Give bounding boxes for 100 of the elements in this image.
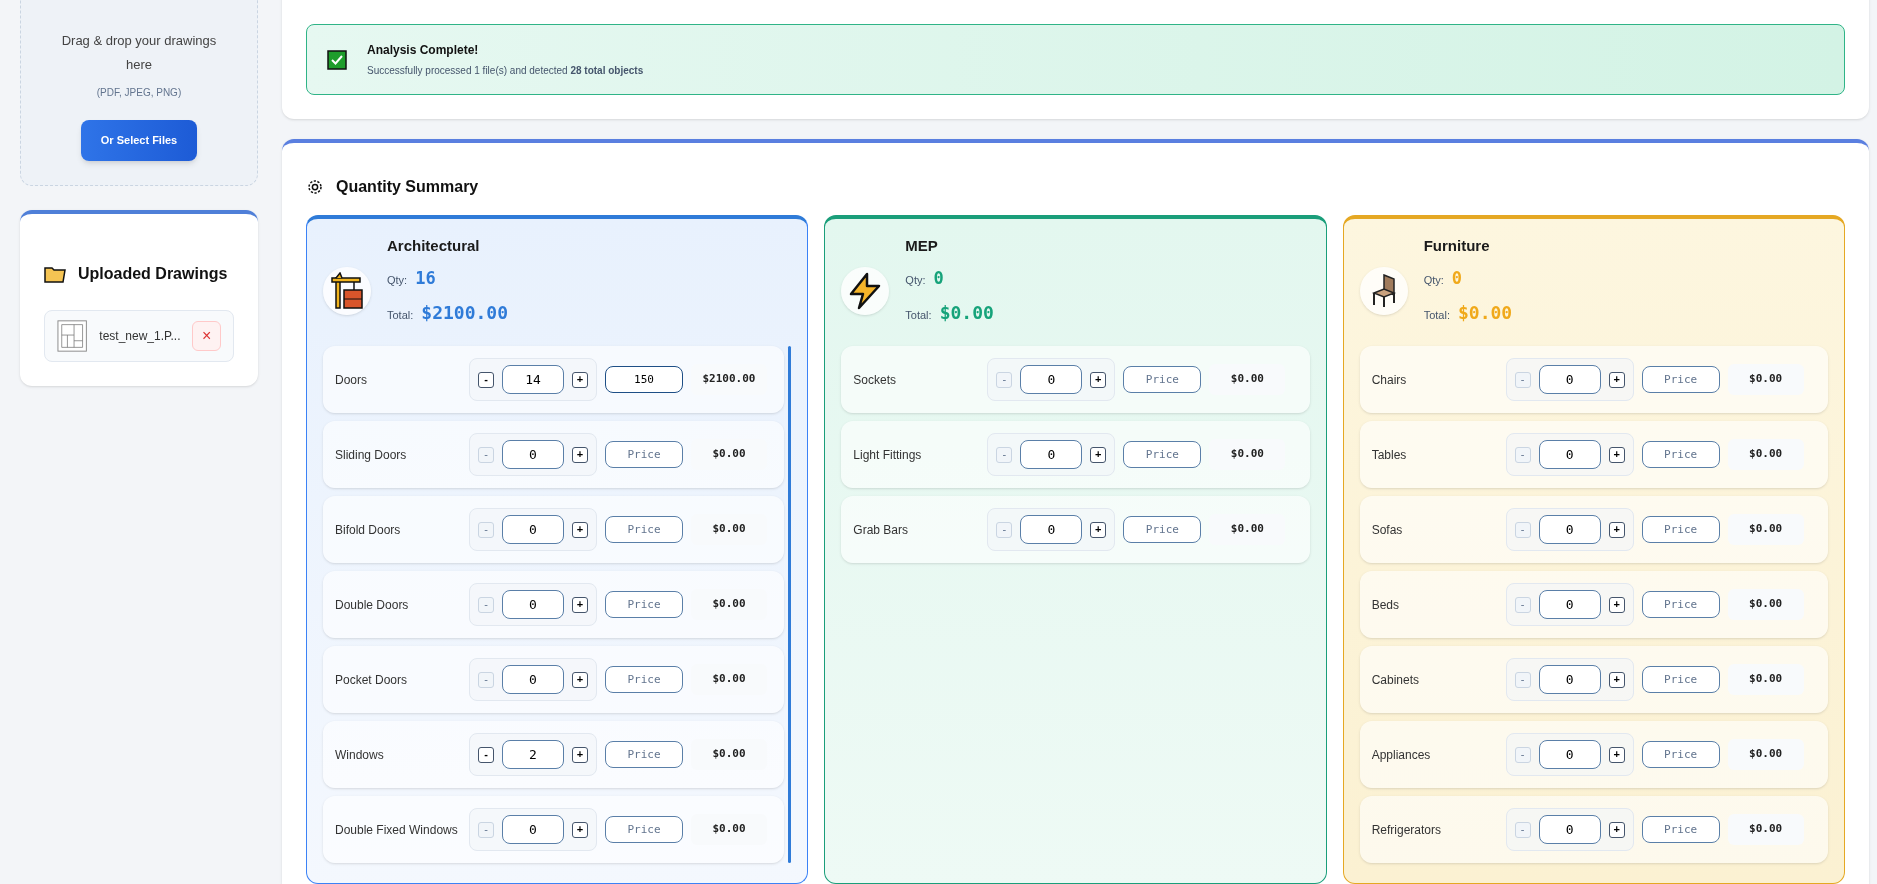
price-input[interactable]: Price <box>1641 366 1720 393</box>
price-input[interactable]: Price <box>605 591 683 618</box>
quantity-input[interactable]: 0 <box>1020 440 1083 469</box>
quantity-input[interactable]: 0 <box>1538 590 1601 619</box>
remove-file-button[interactable]: × <box>192 320 221 351</box>
price-input[interactable]: Price <box>1123 516 1202 543</box>
file-name: test_new_1.P... <box>99 327 181 345</box>
category-title: Furniture <box>1423 236 1491 256</box>
increment-button[interactable]: + <box>1090 446 1107 463</box>
category-title: Architectural <box>387 236 481 256</box>
price-input[interactable]: Price <box>1641 441 1720 468</box>
quantity-input[interactable]: 2 <box>502 740 564 769</box>
qty-label: Qty: <box>905 272 926 288</box>
analysis-title: Analysis Complete! <box>367 42 480 59</box>
price-input[interactable]: Price <box>1641 741 1720 768</box>
price-input[interactable]: Price <box>605 816 683 843</box>
increment-button[interactable]: + <box>572 746 588 763</box>
price-input[interactable]: Price <box>605 741 683 768</box>
quantity-input[interactable]: 0 <box>1538 665 1601 694</box>
item-total: $0.00 <box>1727 589 1804 620</box>
increment-button[interactable]: + <box>572 446 588 463</box>
item-name: Windows <box>335 746 385 764</box>
drop-prompt: Drag & drop your drawings here <box>60 32 218 74</box>
file-formats: (PDF, JPEG, PNG) <box>96 86 182 100</box>
increment-button[interactable]: + <box>1090 371 1107 388</box>
item-name: Tables <box>1371 446 1408 464</box>
quantity-input[interactable]: 0 <box>1020 515 1083 544</box>
price-input[interactable]: Price <box>1641 666 1720 693</box>
increment-button[interactable]: + <box>1608 821 1625 838</box>
select-files-button[interactable]: Or Select Files <box>80 120 198 161</box>
category-qty: 16 <box>415 266 436 290</box>
item-name: Appliances <box>1371 746 1432 764</box>
quantity-input[interactable]: 0 <box>502 440 564 469</box>
category-total: $2100.00 <box>421 301 508 325</box>
price-input[interactable]: Price <box>1123 441 1202 468</box>
decrement-button[interactable]: - <box>478 371 494 388</box>
price-input[interactable]: Price <box>1641 816 1720 843</box>
increment-button[interactable]: + <box>1608 746 1625 763</box>
increment-button[interactable]: + <box>1608 596 1625 613</box>
increment-button[interactable]: + <box>1608 371 1625 388</box>
item-total: $0.00 <box>1727 814 1804 845</box>
quantity-input[interactable]: 14 <box>502 365 564 394</box>
price-input[interactable]: Price <box>1641 516 1720 543</box>
quantity-input[interactable]: 0 <box>502 815 564 844</box>
increment-button[interactable]: + <box>572 371 588 388</box>
decrement-button[interactable]: - <box>478 746 494 763</box>
scrollbar[interactable] <box>788 346 792 863</box>
folder-icon <box>44 264 66 283</box>
item-name: Doors <box>335 371 368 389</box>
item-name: Bifold Doors <box>335 521 402 539</box>
price-input[interactable]: Price <box>605 441 683 468</box>
increment-button[interactable]: + <box>572 596 588 613</box>
increment-button[interactable]: + <box>572 521 588 538</box>
drop-zone[interactable]: Drag & drop your drawings here (PDF, JPEG, PNG) Or Select Files <box>20 0 258 186</box>
item-name: Light Fittings <box>853 446 923 464</box>
item-name: Double Fixed Windows <box>335 821 459 839</box>
quantity-input[interactable]: 0 <box>1538 365 1601 394</box>
quantity-input[interactable]: 0 <box>502 665 564 694</box>
item-total: $0.00 <box>1727 664 1804 695</box>
category-qty: 0 <box>933 266 944 290</box>
category-qty: 0 <box>1451 266 1463 290</box>
price-input[interactable]: Price <box>1641 591 1720 618</box>
section-title: Uploaded Drawings <box>78 263 228 284</box>
total-label: Total: <box>905 308 932 323</box>
increment-button[interactable]: + <box>1608 521 1625 538</box>
settings-icon <box>306 178 324 196</box>
increment-button[interactable]: + <box>572 821 588 838</box>
crane-icon <box>330 272 364 310</box>
item-name: Double Doors <box>335 596 410 614</box>
quantity-input[interactable]: 0 <box>1538 515 1601 544</box>
total-label: Total: <box>387 308 414 323</box>
increment-button[interactable]: + <box>1608 446 1625 463</box>
file-item[interactable]: test_new_1.P... × <box>44 309 234 362</box>
price-input[interactable]: 150 <box>605 366 683 393</box>
item-total: $0.00 <box>1727 439 1804 470</box>
item-name: Chairs <box>1371 371 1408 389</box>
item-name: Refrigerators <box>1371 821 1442 839</box>
increment-button[interactable]: + <box>1608 671 1625 688</box>
item-total: $0.00 <box>1727 739 1804 770</box>
price-input[interactable]: Price <box>1123 366 1202 393</box>
item-name: Sockets <box>853 371 897 389</box>
quantity-input[interactable]: 0 <box>502 590 564 619</box>
quantity-input[interactable]: 0 <box>1020 365 1083 394</box>
category-title: MEP <box>905 236 939 256</box>
price-input[interactable]: Price <box>605 666 683 693</box>
item-total: $0.00 <box>1727 514 1804 545</box>
analysis-message: Successfully processed 1 file(s) and detected 28 total objects <box>367 64 644 78</box>
item-name: Sofas <box>1371 521 1404 539</box>
quantity-input[interactable]: 0 <box>502 515 564 544</box>
price-input[interactable]: Price <box>605 516 683 543</box>
quantity-input[interactable]: 0 <box>1538 815 1601 844</box>
checkbox-icon <box>327 49 347 70</box>
item-name: Cabinets <box>1371 671 1421 689</box>
increment-button[interactable]: + <box>572 671 588 688</box>
quantity-input[interactable]: 0 <box>1538 740 1601 769</box>
item-name: Pocket Doors <box>335 671 409 689</box>
category-total: $0.00 <box>939 301 994 325</box>
increment-button[interactable]: + <box>1090 521 1107 538</box>
quantity-input[interactable]: 0 <box>1538 440 1601 469</box>
item-total: $0.00 <box>1727 364 1804 395</box>
